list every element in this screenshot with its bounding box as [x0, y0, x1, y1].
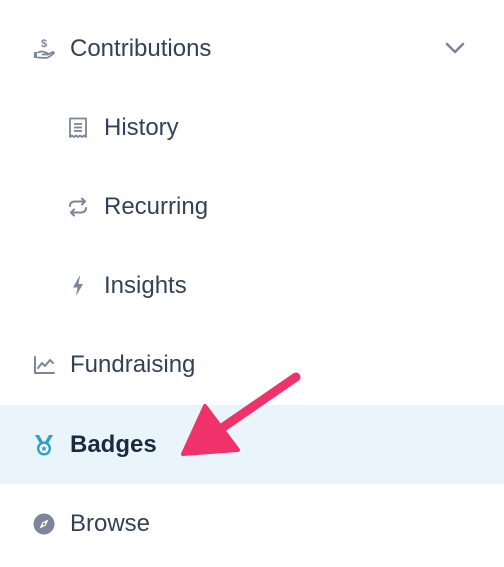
sidebar-item-label: Contributions [70, 34, 212, 62]
sidebar-item-label: Badges [70, 430, 157, 458]
sidebar-item-label: Browse [70, 509, 151, 537]
sidebar-item-badges[interactable]: Badges [0, 405, 504, 484]
repeat-icon [66, 195, 90, 219]
sidebar-item-label: History [104, 113, 179, 141]
sidebar-item-label: Fundraising [70, 350, 196, 378]
hand-dollar-icon: $ [32, 37, 56, 61]
sidebar-item-label: Recurring [104, 192, 209, 220]
sidebar-item-recurring[interactable]: Recurring [0, 167, 504, 246]
sidebar-item-fundraising[interactable]: Fundraising [0, 325, 504, 404]
chart-line-icon [32, 353, 56, 377]
sidebar-item-label: Insights [104, 271, 187, 299]
sidebar-item-history[interactable]: History [0, 88, 504, 167]
chevron-down-icon[interactable] [443, 36, 467, 60]
medal-icon [32, 433, 56, 457]
sidebar-item-browse[interactable]: Browse [0, 484, 504, 563]
sidebar-item-insights[interactable]: Insights [0, 246, 504, 325]
sidebar-item-contributions[interactable]: $ Contributions [0, 9, 504, 88]
sidebar-nav: $ Contributions History Recurring Insigh… [0, 0, 504, 567]
bolt-icon [66, 274, 90, 298]
svg-text:$: $ [41, 38, 47, 50]
compass-icon [32, 512, 56, 536]
receipt-icon [66, 116, 90, 140]
